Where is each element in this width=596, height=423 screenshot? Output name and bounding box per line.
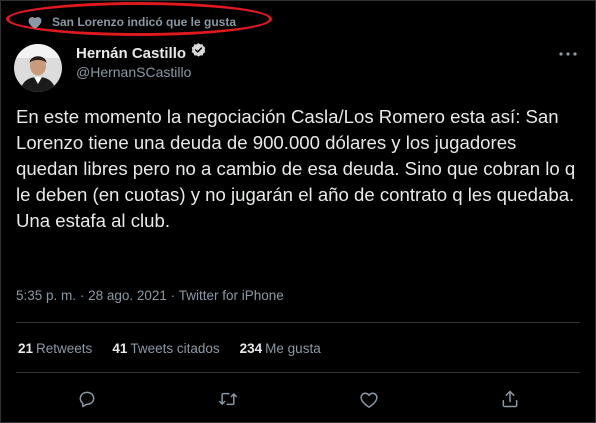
tweet-time[interactable]: 5:35 p. m. (16, 288, 76, 303)
meta-separator: · (170, 288, 176, 303)
reply-icon[interactable] (74, 386, 100, 412)
heart-icon (28, 16, 42, 29)
meta-separator: · (79, 288, 85, 303)
share-icon[interactable] (497, 386, 523, 412)
tweet-source[interactable]: Twitter for iPhone (179, 288, 284, 303)
retweet-icon[interactable] (215, 386, 241, 412)
like-icon[interactable] (356, 386, 382, 412)
tweet-meta: 5:35 p. m. · 28 ago. 2021 · Twitter for … (16, 288, 284, 303)
avatar[interactable] (14, 44, 62, 92)
quotes-label: Tweets citados (130, 341, 220, 356)
tweet-text: En este momento la negociación Casla/Los… (16, 106, 576, 231)
tweet-stats: 21 Retweets 41 Tweets citados 234 Me gusta (18, 341, 321, 356)
quotes-count: 41 (112, 341, 128, 356)
author-handle[interactable]: @HernanSCastillo (76, 64, 207, 80)
author-name[interactable]: Hernán Castillo (76, 45, 186, 62)
divider (16, 322, 580, 323)
likes-count: 234 (239, 341, 263, 356)
author-block[interactable]: Hernán Castillo @HernanSCastillo (76, 43, 207, 80)
social-context[interactable]: San Lorenzo indicó que le gusta (28, 12, 236, 32)
verified-badge-icon (190, 42, 207, 64)
social-context-text: San Lorenzo indicó que le gusta (52, 15, 237, 29)
quotes-stat[interactable]: 41 Tweets citados (112, 341, 219, 356)
tweet-date[interactable]: 28 ago. 2021 (88, 288, 167, 303)
action-bar (16, 386, 580, 412)
more-options-icon[interactable] (556, 44, 580, 64)
retweets-label: Retweets (36, 341, 93, 356)
retweets-count: 21 (18, 341, 34, 356)
divider (16, 372, 580, 373)
likes-label: Me gusta (265, 341, 321, 356)
retweets-stat[interactable]: 21 Retweets (18, 341, 92, 356)
likes-stat[interactable]: 234 Me gusta (240, 341, 321, 356)
